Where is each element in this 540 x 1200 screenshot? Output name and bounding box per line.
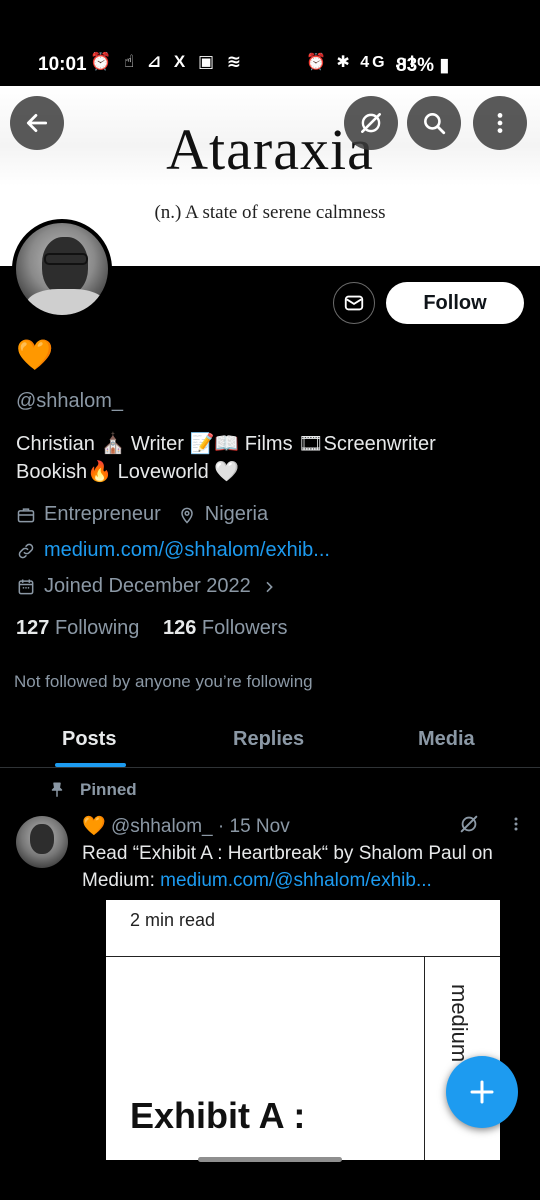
tab-posts[interactable]: Posts [62, 728, 116, 751]
pinned-label: Pinned [48, 780, 137, 800]
meta-row-joined[interactable]: Joined December 2022 [16, 575, 285, 598]
post-author-emoji: 🧡 [82, 816, 106, 837]
back-button[interactable] [10, 96, 64, 150]
avatar-face [42, 237, 88, 295]
bio-line-1: Christian ⛪ Writer 📝📖 Films 🎞Screenwrite… [16, 433, 436, 455]
mutual-followers-note: Not followed by anyone you’re following [14, 672, 313, 691]
profile-avatar[interactable] [12, 219, 112, 319]
compose-post-button[interactable] [446, 1056, 518, 1128]
system-nav-bar [0, 1164, 540, 1200]
post-header: 🧡 @shhalom_ · 15 Nov [82, 814, 290, 838]
card-title: Exhibit A : [130, 1095, 306, 1136]
status-bar: 10:01 ⏰ ☝ ⊿ X ▣ ≋ ⏰ ✱ 4G .ıl 83% ▮ [0, 0, 540, 86]
grok-icon [361, 113, 381, 133]
link-icon [18, 543, 34, 558]
location-text: Nigeria [204, 503, 269, 525]
battery-indicator: 83% ▮ [396, 55, 450, 76]
display-name-emoji: 🧡 [16, 339, 54, 372]
more-vertical-icon[interactable] [506, 813, 526, 835]
profile-bio: Christian ⛪ Writer 📝📖 Films 🎞Screenwrite… [16, 430, 516, 486]
chevron-right-icon [266, 581, 273, 592]
profile-handle: @shhalom_ [16, 390, 124, 412]
location-pin-icon [180, 507, 193, 524]
following-link[interactable]: 127 Following [16, 617, 139, 639]
joined-text: Joined December 2022 [44, 575, 251, 597]
card-divider [106, 956, 500, 957]
status-time: 10:01 [38, 54, 87, 75]
grok-icon[interactable] [458, 813, 480, 835]
post-avatar-face [30, 824, 54, 854]
calendar-icon [18, 579, 34, 594]
pin-icon [51, 782, 63, 797]
envelope-icon [344, 295, 364, 311]
following-count: 127 [16, 617, 50, 639]
follow-button[interactable]: Follow [386, 282, 524, 324]
post-header-actions [458, 812, 526, 835]
more-options-button[interactable] [473, 96, 527, 150]
link-preview-card[interactable]: 2 min read medium Exhibit A : [106, 900, 500, 1160]
message-button[interactable] [333, 282, 375, 324]
notification-icons: ⏰ ☝ ⊿ X ▣ ≋ [90, 52, 246, 71]
followers-link[interactable]: 126 Followers [163, 617, 288, 639]
profession-text: Entrepreneur [44, 503, 161, 525]
plus-icon [470, 1080, 494, 1104]
active-tab-indicator [55, 763, 126, 767]
tab-replies[interactable]: Replies [233, 728, 304, 751]
post-date: · 15 Nov [217, 816, 290, 837]
meta-row-work-location: Entrepreneur Nigeria [16, 503, 268, 526]
tab-media[interactable]: Media [418, 728, 475, 751]
post-text: Read “Exhibit A : Heartbreak“ by Shalom … [82, 840, 532, 894]
search-icon [424, 113, 446, 135]
following-label: Following [54, 617, 140, 639]
post-author-handle[interactable]: @shhalom_ [111, 816, 213, 837]
briefcase-icon [17, 507, 35, 522]
more-vertical-icon [497, 113, 503, 133]
avatar-body [26, 289, 106, 315]
post-link[interactable]: medium.com/@shhalom/exhib... [160, 870, 432, 891]
profile-link[interactable]: medium.com/@shhalom/exhib... [44, 539, 330, 562]
arrow-left-icon [26, 114, 48, 132]
followers-count: 126 [162, 617, 197, 639]
avatar-glasses [44, 253, 88, 265]
profile-tabs: Posts Replies Media [0, 718, 540, 768]
search-button[interactable] [407, 96, 461, 150]
post-author-avatar[interactable] [16, 816, 68, 868]
follow-counts: 127 Following 126 Followers [16, 617, 288, 640]
card-vertical-divider [424, 956, 425, 1160]
grok-button[interactable] [344, 96, 398, 150]
meta-row-link: medium.com/@shhalom/exhib... [16, 539, 330, 562]
home-indicator[interactable] [198, 1157, 342, 1162]
banner-subtitle: (n.) A state of serene calmness [154, 202, 386, 223]
card-side-text: medium [447, 984, 472, 1063]
card-read-time: 2 min read [130, 910, 216, 930]
followers-label: Followers [201, 617, 288, 639]
bio-line-2: Bookish🔥 Loveworld 🤍 [16, 461, 240, 483]
